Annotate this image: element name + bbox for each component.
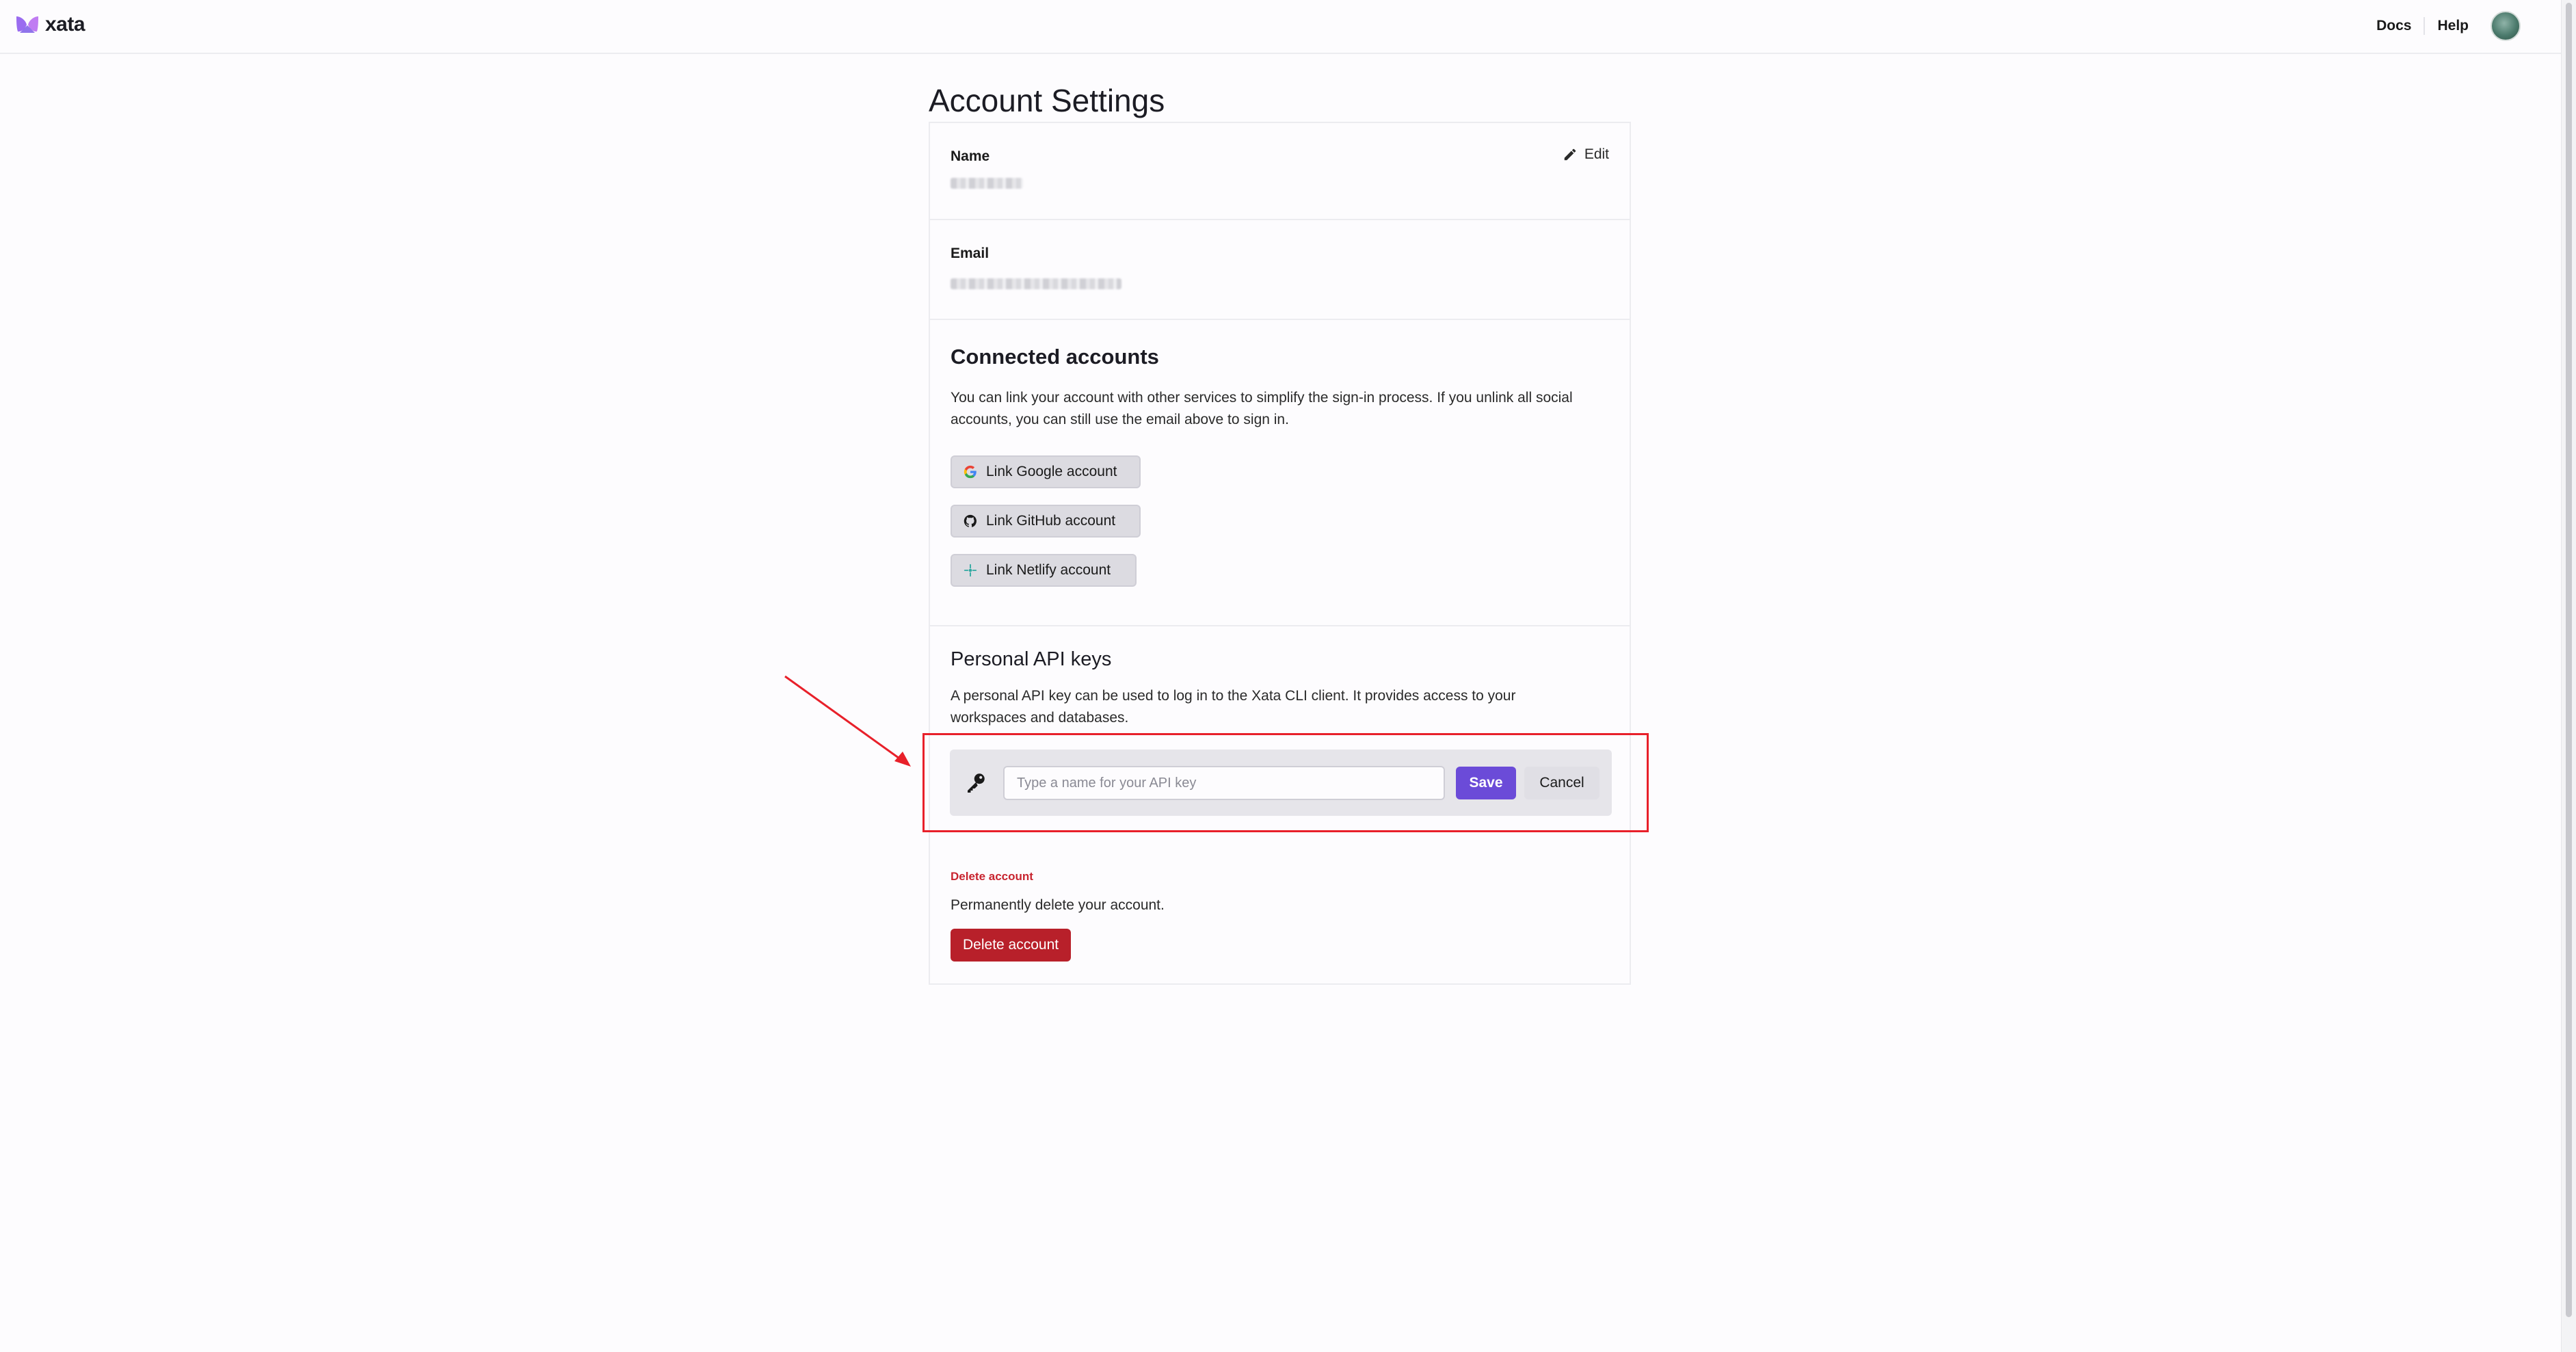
email-value-redacted xyxy=(951,278,1121,289)
google-icon xyxy=(964,465,977,479)
link-github-label: Link GitHub account xyxy=(986,513,1116,529)
link-netlify-button[interactable]: Link Netlify account xyxy=(951,554,1137,587)
connected-accounts-title: Connected accounts xyxy=(951,345,1159,369)
api-keys-description: A personal API key can be used to log in… xyxy=(951,688,1516,726)
github-icon xyxy=(964,514,977,527)
name-label: Name xyxy=(951,148,990,164)
scrollbar-thumb[interactable] xyxy=(2566,3,2572,1317)
user-avatar[interactable] xyxy=(2491,11,2521,41)
top-nav-links: Docs Help xyxy=(2364,11,2521,41)
api-keys-title: Personal API keys xyxy=(951,648,1112,670)
link-google-label: Link Google account xyxy=(986,464,1117,479)
link-google-button[interactable]: Link Google account xyxy=(951,455,1141,488)
help-link[interactable]: Help xyxy=(2425,18,2481,34)
annotation-highlight-box xyxy=(922,733,1649,832)
connected-accounts-section: Connected accounts You can link your acc… xyxy=(930,320,1630,626)
delete-account-description: Permanently delete your account. xyxy=(951,897,1165,913)
top-nav-bar: xata Docs Help xyxy=(0,0,2562,54)
annotation-arrow xyxy=(784,675,911,767)
xata-logo[interactable]: xata xyxy=(15,12,85,37)
email-label: Email xyxy=(951,246,990,261)
account-settings-card: Name Edit Email Connected accounts You c… xyxy=(929,122,1631,985)
delete-account-button[interactable]: Delete account xyxy=(951,929,1072,962)
page-scrollbar[interactable] xyxy=(2561,0,2576,1352)
connected-accounts-description: You can link your account with other ser… xyxy=(951,390,1573,427)
edit-name-button[interactable]: Edit xyxy=(1563,146,1609,163)
edit-label: Edit xyxy=(1584,146,1609,162)
name-section: Name Edit xyxy=(930,123,1630,220)
netlify-icon xyxy=(964,564,977,577)
docs-link[interactable]: Docs xyxy=(2364,18,2424,34)
pencil-icon xyxy=(1564,148,1576,161)
logo-text: xata xyxy=(45,13,85,36)
xata-butterfly-icon xyxy=(16,16,38,33)
delete-account-section: Delete account Permanently delete your a… xyxy=(930,853,1630,985)
email-section: Email xyxy=(930,220,1630,320)
link-netlify-label: Link Netlify account xyxy=(986,562,1111,578)
delete-account-heading: Delete account xyxy=(951,870,1033,883)
name-value-redacted xyxy=(951,178,1023,189)
link-github-button[interactable]: Link GitHub account xyxy=(951,505,1141,538)
page-title: Account Settings xyxy=(929,83,1165,118)
